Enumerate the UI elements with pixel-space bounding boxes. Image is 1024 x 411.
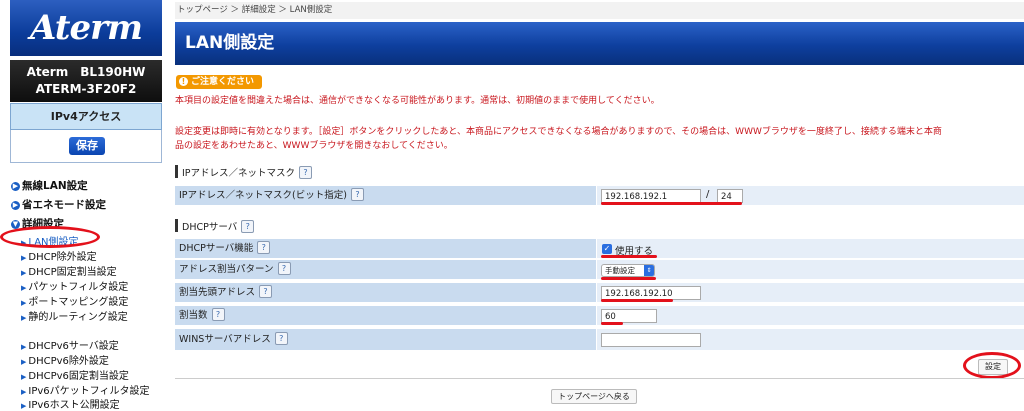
sidebar-item-ipv6-packet-filter[interactable]: ▶ IPv6パケットフィルタ設定 [21,382,149,397]
breadcrumb: トップページ ＞ 詳細設定 ＞ LAN側設定 [175,2,1024,19]
triangle-icon: ▶ [21,343,27,351]
sidebar-item-packet-filter[interactable]: ▶ パケットフィルタ設定 [21,278,128,293]
help-icon[interactable]: ? [241,220,255,233]
triangle-icon: ▶ [21,254,27,262]
model-info: Aterm BL190HW ATERM-3F20F2 [10,60,162,102]
row-wins-server: WINSサーバアドレス? [175,329,1024,351]
help-icon[interactable]: ? [259,285,273,298]
row-start-address: 割当先頭アドレス? 192.168.192.10 [175,283,1024,303]
page-title: LAN側設定 [175,22,1024,65]
sidebar-item-dhcp-exclude[interactable]: ▶ DHCP除外設定 [21,248,97,263]
row-ip-address: IPアドレス／ネットマスク(ビット指定)? 192.168.192.1 / 24 [175,186,1024,206]
help-icon[interactable]: ? [274,332,288,345]
sidebar-item-dhcp-fixed[interactable]: ▶ DHCP固定割当設定 [21,263,117,278]
highlight-circle [963,352,1021,379]
sidebar-item-dhcpv6-server[interactable]: ▶ DHCPv6サーバ設定 [21,337,119,352]
chevron-right-icon: ▶ [11,182,20,191]
row-dhcp-server: DHCPサーバ機能? ✓ 使用する [175,239,1024,259]
divider [175,378,1024,379]
triangle-icon: ▶ [21,314,27,322]
section-header-ip: IPアドレス／ネットマスク? [175,165,1024,181]
row-count: 割当数? 60 [175,306,1024,326]
access-mode: IPv4アクセス [10,103,162,130]
back-to-top-button[interactable]: トップページへ戻る [551,389,637,404]
annotation-underline [601,202,742,205]
help-icon[interactable]: ? [211,308,225,321]
dhcp-server-checkbox[interactable]: ✓ [602,244,612,254]
warning-text: 品の設定をあわせたあと、WWWブラウザを開きなおしてください。 [175,141,453,151]
chevron-updown-icon: ⇕ [644,265,654,276]
address-pattern-select[interactable]: 手動設定 ⇕ [601,264,655,277]
triangle-icon: ▶ [21,358,27,366]
ip-address-input[interactable]: 192.168.192.1 [601,189,701,203]
row-address-pattern: アドレス割当パターン? 手動設定 ⇕ [175,260,1024,280]
start-address-input[interactable]: 192.168.192.10 [601,286,701,300]
highlight-circle [0,226,100,248]
sidebar: Aterm Aterm BL190HW ATERM-3F20F2 IPv4アクセ… [0,0,163,411]
wins-server-input[interactable] [601,333,701,347]
caution-badge: ! ご注意ください [176,75,262,89]
model-name: Aterm BL190HW [26,65,146,79]
sidebar-item-static-routing[interactable]: ▶ 静的ルーティング設定 [21,308,128,323]
annotation-underline [601,277,656,280]
exclamation-icon: ! [179,77,188,86]
netmask-input[interactable]: 24 [717,189,743,203]
warning-text: 設定変更は即時に有効となります。［設定］ボタンをクリックしたあと、本商品にアクセ… [175,127,942,137]
triangle-icon: ▶ [21,299,27,307]
sidebar-item-ipv6-host[interactable]: ▶ IPv6ホスト公開設定 [21,396,120,411]
help-icon[interactable]: ? [350,188,364,201]
count-input[interactable]: 60 [601,309,657,323]
help-icon[interactable]: ? [299,166,313,179]
annotation-underline [601,299,673,302]
annotation-underline [601,322,623,325]
help-icon[interactable]: ? [257,241,271,254]
triangle-icon: ▶ [21,402,27,410]
save-button[interactable]: 保存 [69,137,105,155]
sidebar-item-port-mapping[interactable]: ▶ ポートマッピング設定 [21,293,128,308]
sidebar-item-dhcpv6-exclude[interactable]: ▶ DHCPv6除外設定 [21,352,109,367]
help-icon[interactable]: ? [277,262,291,275]
annotation-underline [601,255,657,258]
section-header-dhcp: DHCPサーバ? [175,219,1024,235]
warning-text: 本項目の設定値を間違えた場合は、通信ができなくなる可能性があります。通常は、初期… [175,96,660,106]
device-name: ATERM-3F20F2 [35,82,137,96]
sidebar-item-dhcpv6-fixed[interactable]: ▶ DHCPv6固定割当設定 [21,367,129,382]
triangle-icon: ▶ [21,373,27,381]
nav-category-eco[interactable]: ▶ 省エネモード設定 [11,197,106,212]
save-box: 保存 [10,130,162,163]
triangle-icon: ▶ [21,284,27,292]
triangle-icon: ▶ [21,269,27,277]
nav-category-wireless[interactable]: ▶ 無線LAN設定 [11,178,88,193]
triangle-icon: ▶ [21,388,27,396]
aterm-logo: Aterm [10,0,162,56]
chevron-right-icon: ▶ [11,201,20,210]
